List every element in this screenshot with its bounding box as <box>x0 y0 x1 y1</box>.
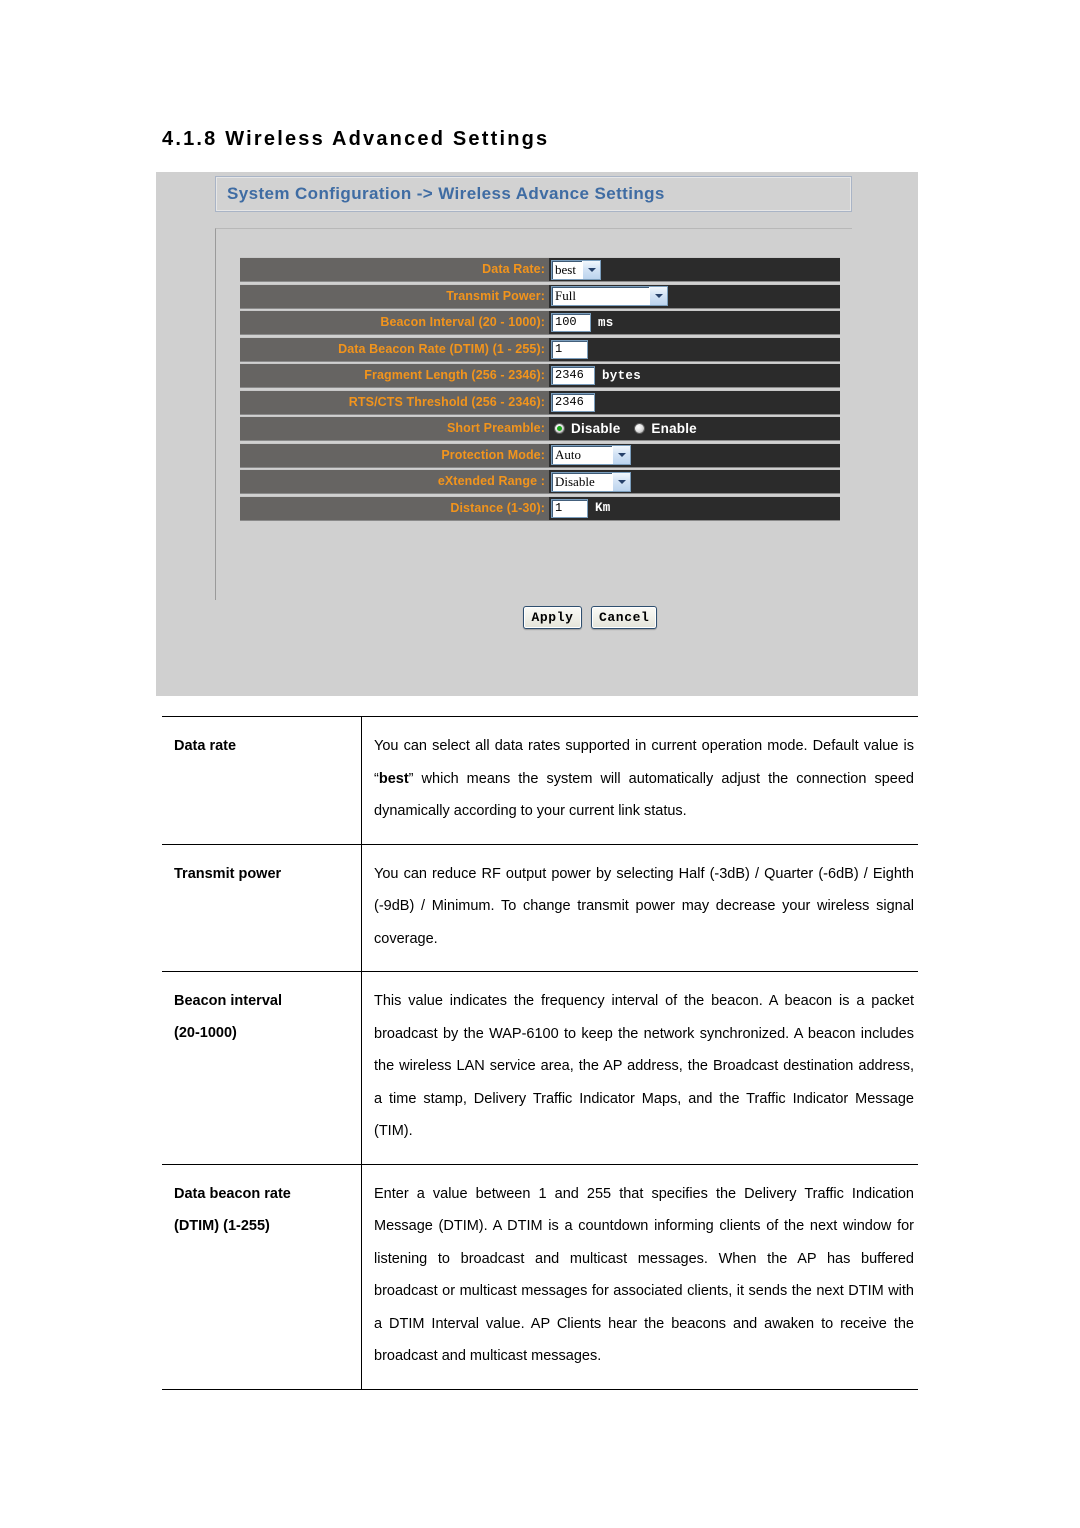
radio-selected-icon[interactable] <box>554 423 565 434</box>
extended-range-value: Disable <box>555 473 595 489</box>
field-protection-mode: Auto <box>549 443 840 467</box>
chevron-down-icon[interactable] <box>649 287 667 305</box>
field-short-preamble: Disable Enable <box>549 417 840 440</box>
settings-row-short-preamble: Short Preamble: Disable Enable <box>240 416 840 441</box>
label-protection-mode: Protection Mode: <box>240 443 549 467</box>
term-label: Beacon interval <box>174 993 282 1009</box>
breadcrumb-label: System Configuration -> Wireless Advance… <box>227 184 665 203</box>
settings-row-distance: Distance (1-30): 1 Km <box>240 495 840 521</box>
table-row: Beacon interval (20-1000) This value ind… <box>162 971 918 1165</box>
router-ui-body: System Configuration -> Wireless Advance… <box>162 174 918 696</box>
label-short-preamble: Short Preamble: <box>240 417 549 440</box>
label-beacon-interval: Beacon Interval (20 - 1000): <box>240 311 549 334</box>
label-data-beacon-rate: Data Beacon Rate (DTIM) (1 - 255): <box>240 337 549 361</box>
fragment-length-unit: bytes <box>602 368 642 383</box>
term-label: Data beacon rate <box>174 1185 291 1202</box>
term-sublabel: (DTIM) (1-255) <box>174 1217 270 1234</box>
apply-button[interactable]: Apply <box>523 606 582 629</box>
rts-cts-threshold-input[interactable]: 2346 <box>551 392 595 412</box>
label-extended-range: eXtended Range : <box>240 470 549 493</box>
data-beacon-rate-input[interactable]: 1 <box>551 339 588 359</box>
wireless-advanced-form: Data Rate: best Transmit Power: Full Bea… <box>215 228 852 629</box>
description-text-post: ” which means the system will automatica… <box>374 770 914 820</box>
term-cell: Data rate <box>162 716 362 845</box>
transmit-power-select[interactable]: Full <box>551 286 668 306</box>
label-transmit-power: Transmit Power: <box>240 284 549 308</box>
field-data-rate: best <box>549 258 840 281</box>
field-data-beacon-rate: 1 <box>549 337 840 361</box>
term-label: Data rate <box>174 738 237 754</box>
short-preamble-radio-group: Disable Enable <box>551 421 697 436</box>
chevron-down-icon[interactable] <box>612 472 630 491</box>
settings-row-beacon-interval: Beacon Interval (20 - 1000): 100 ms <box>240 310 840 335</box>
description-text-pre: This value indicates the frequency inter… <box>374 993 914 1139</box>
settings-row-protection-mode: Protection Mode: Auto <box>240 442 840 468</box>
description-text-pre: Enter a value between 1 and 255 that spe… <box>374 1185 914 1365</box>
label-fragment-length: Fragment Length (256 - 2346): <box>240 364 549 387</box>
form-actions: Apply Cancel <box>523 606 658 629</box>
settings-row-data-beacon-rate: Data Beacon Rate (DTIM) (1 - 255): 1 <box>240 336 840 362</box>
data-rate-select[interactable]: best <box>551 259 601 280</box>
distance-input[interactable]: 1 <box>551 498 588 518</box>
table-row: Transmit power You can reduce RF output … <box>162 844 918 972</box>
settings-row-transmit-power: Transmit Power: Full <box>240 283 840 309</box>
settings-row-rts-cts-threshold: RTS/CTS Threshold (256 - 2346): 2346 <box>240 389 840 415</box>
table-body: Data rate You can select all data rates … <box>162 716 918 1390</box>
chevron-down-icon[interactable] <box>612 446 630 464</box>
settings-row-fragment-length: Fragment Length (256 - 2346): 2346 bytes <box>240 363 840 388</box>
label-rts-cts-threshold: RTS/CTS Threshold (256 - 2346): <box>240 390 549 414</box>
settings-description-table: Data rate You can select all data rates … <box>162 716 918 1390</box>
fragment-length-input[interactable]: 2346 <box>551 366 595 385</box>
field-transmit-power: Full <box>549 284 840 308</box>
router-ui-screenshot: System Configuration -> Wireless Advance… <box>156 172 918 696</box>
distance-unit: Km <box>595 501 611 515</box>
short-preamble-radio-enable[interactable]: Enable <box>634 421 697 436</box>
beacon-interval-unit: ms <box>598 315 614 330</box>
settings-row-list: Data Rate: best Transmit Power: Full Bea… <box>240 257 840 522</box>
beacon-interval-input[interactable]: 100 <box>551 313 591 332</box>
term-cell: Transmit power <box>162 844 362 972</box>
table-row: Data beacon rate (DTIM) (1-255) Enter a … <box>162 1164 918 1390</box>
settings-row-data-rate: Data Rate: best <box>240 257 840 282</box>
field-distance: 1 Km <box>549 496 840 520</box>
description-cell: This value indicates the frequency inter… <box>361 971 918 1165</box>
term-cell: Beacon interval (20-1000) <box>162 971 362 1165</box>
description-cell: You can reduce RF output power by select… <box>361 844 918 972</box>
table-row: Data rate You can select all data rates … <box>162 716 918 845</box>
data-rate-value: best <box>555 261 576 277</box>
breadcrumb: System Configuration -> Wireless Advance… <box>215 176 852 212</box>
field-rts-cts-threshold: 2346 <box>549 390 840 414</box>
protection-mode-value: Auto <box>555 447 581 462</box>
term-label: Transmit power <box>174 865 282 882</box>
description-text-pre: You can reduce RF output power by select… <box>374 865 914 947</box>
cancel-button[interactable]: Cancel <box>591 606 658 629</box>
chevron-down-icon[interactable] <box>582 260 600 279</box>
settings-row-extended-range: eXtended Range : Disable <box>240 469 840 494</box>
description-cell: Enter a value between 1 and 255 that spe… <box>361 1164 918 1390</box>
short-preamble-radio-disable[interactable]: Disable <box>554 421 620 436</box>
extended-range-select[interactable]: Disable <box>551 471 631 492</box>
protection-mode-select[interactable]: Auto <box>551 445 631 465</box>
term-cell: Data beacon rate (DTIM) (1-255) <box>162 1164 362 1390</box>
radio-unselected-icon[interactable] <box>634 423 646 434</box>
field-fragment-length: 2346 bytes <box>549 364 840 387</box>
page-title: 4.1.8 Wireless Advanced Settings <box>162 128 550 150</box>
short-preamble-disable-label: Disable <box>571 421 621 436</box>
label-distance: Distance (1-30): <box>240 496 549 520</box>
term-sublabel: (20-1000) <box>174 1025 237 1041</box>
description-cell: You can select all data rates supported … <box>361 716 918 845</box>
transmit-power-value: Full <box>555 288 576 303</box>
description-text-emphasis: best <box>378 770 409 787</box>
label-data-rate: Data Rate: <box>240 258 549 281</box>
field-beacon-interval: 100 ms <box>549 311 840 334</box>
short-preamble-enable-label: Enable <box>651 421 697 436</box>
field-extended-range: Disable <box>549 470 840 493</box>
